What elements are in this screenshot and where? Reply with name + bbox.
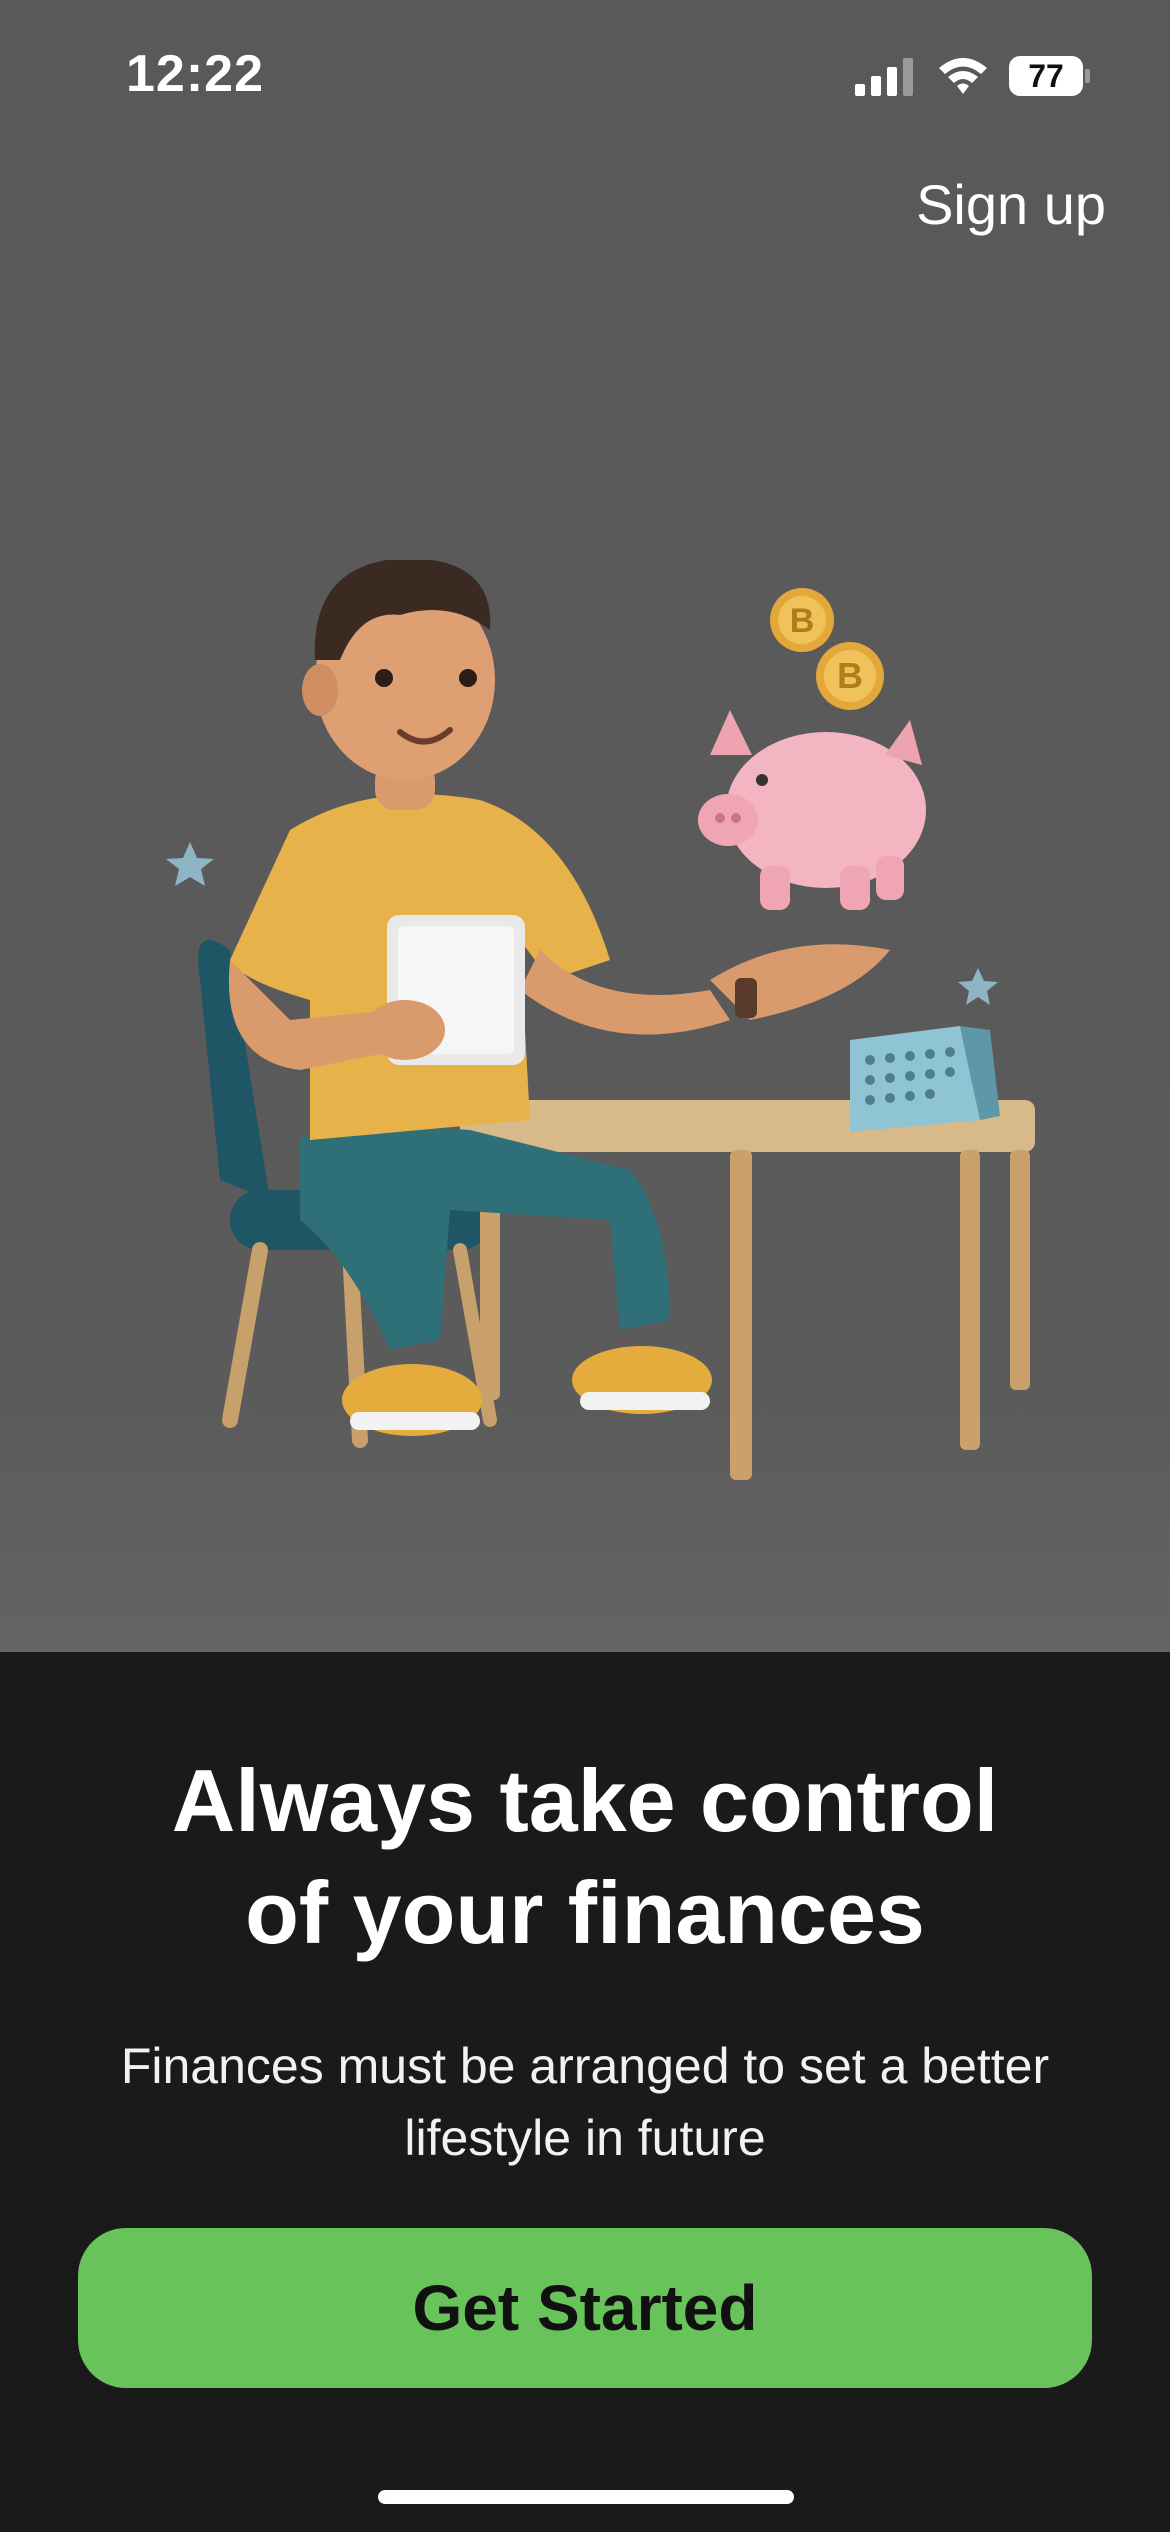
onboarding-subtitle: Finances must be arranged to set a bette… <box>60 2030 1110 2174</box>
wifi-icon <box>939 58 987 94</box>
battery-icon: 77 <box>1008 55 1092 97</box>
svg-text:B: B <box>790 602 815 640</box>
person-illustration <box>228 560 890 1436</box>
signup-link[interactable]: Sign up <box>916 172 1106 237</box>
home-indicator[interactable] <box>378 2490 794 2504</box>
hero-section: 12:22 77 Sign up B B <box>0 0 1170 1652</box>
star-decoration-icon <box>958 968 998 1005</box>
bitcoin-coin-icon: B <box>816 642 884 710</box>
cellular-signal-icon <box>855 58 913 96</box>
status-time: 12:22 <box>126 45 264 103</box>
star-decoration-icon <box>166 842 214 886</box>
status-bar: 12:22 77 <box>0 0 1170 150</box>
battery-level: 77 <box>1028 58 1064 94</box>
subtitle-line: Finances must be arranged to set a bette… <box>120 2038 1050 2094</box>
get-started-button[interactable]: Get Started <box>78 2228 1092 2388</box>
headline-line: of your finances <box>245 1863 925 1962</box>
onboarding-headline: Always take control of your finances <box>0 1745 1170 1969</box>
piggy-bank-icon <box>698 710 926 910</box>
calendar-icon <box>850 1026 1000 1132</box>
finance-illustration: B B <box>166 560 1035 1480</box>
headline-line: Always take control <box>171 1751 999 1850</box>
svg-text:B: B <box>837 655 863 696</box>
subtitle-line: lifestyle in future <box>404 2110 766 2166</box>
bitcoin-coin-icon: B <box>770 588 834 652</box>
